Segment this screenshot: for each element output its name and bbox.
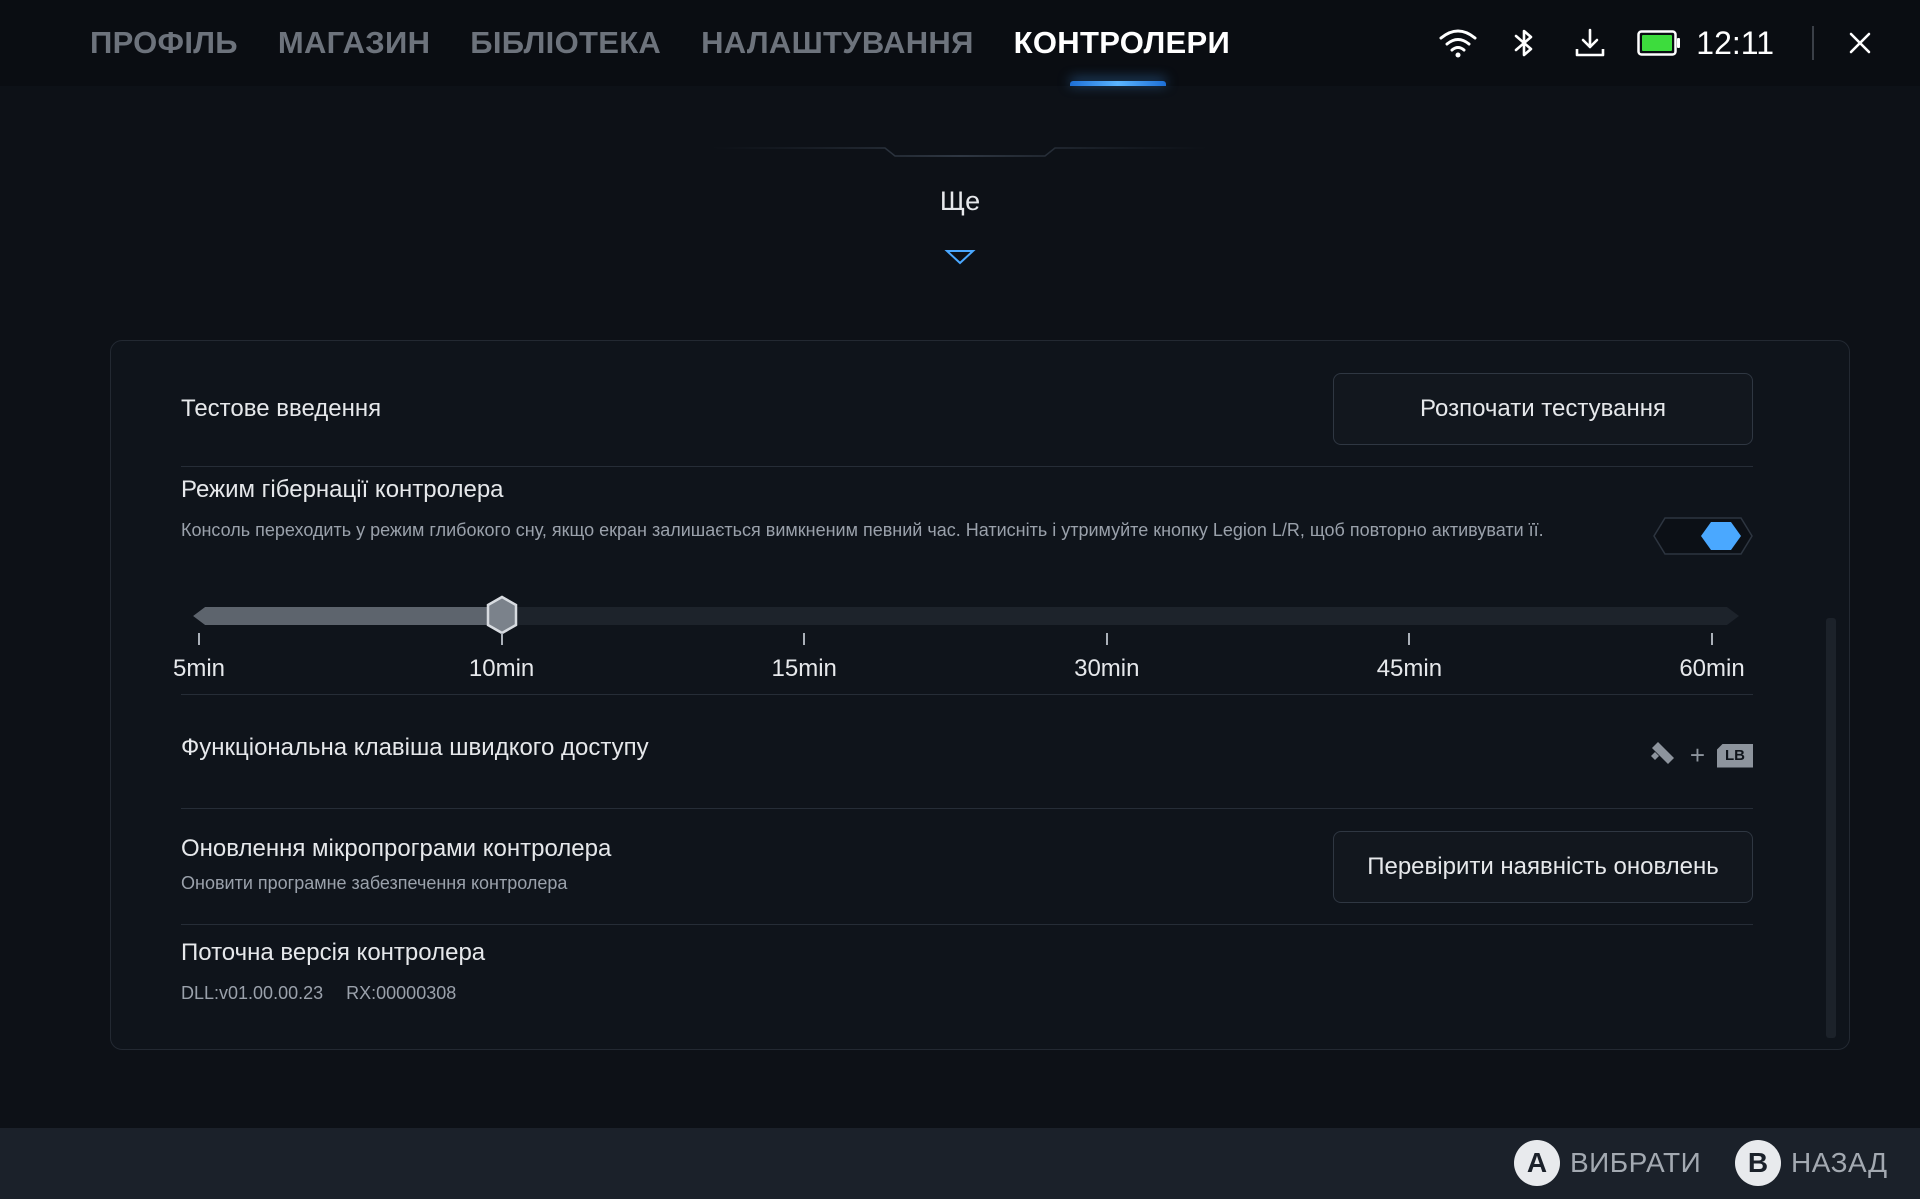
divider [181,808,1753,809]
select-hint[interactable]: A ВИБРАТИ [1514,1140,1701,1186]
b-button-icon: B [1735,1140,1781,1186]
tab-label: ПРОФІЛЬ [90,25,238,60]
back-label: НАЗАД [1791,1147,1888,1178]
hibernation-timer-slider[interactable]: 5min 10min 15min 30min 45min 60min [173,595,1745,697]
hibernation-description: Консоль переходить у режим глибокого сну… [181,520,1544,540]
clock: 12:11 [1696,24,1774,61]
tab-library[interactable]: БІБЛІОТЕКА [470,0,661,86]
slider-tick [1408,633,1411,645]
slider-tick-label: 60min [1679,655,1745,682]
top-bar: ПРОФІЛЬ МАГАЗИН БІБЛІОТЕКА НАЛАШТУВАННЯ … [0,0,1920,86]
back-hint[interactable]: B НАЗАД [1735,1140,1888,1186]
a-button-icon: A [1514,1140,1560,1186]
hibernation-row: Режим гібернації контролера Консоль пере… [181,476,1753,596]
firmware-row: Оновлення мікропрограми контролера Онови… [181,831,1753,903]
slider-tick [198,633,200,645]
rx-version: RX:00000308 [346,983,457,1003]
tab-label: КОНТРОЛЕРИ [1013,25,1231,60]
more-section[interactable]: Ще [710,140,1210,270]
status-divider [1812,26,1814,60]
start-test-button[interactable]: Розпочати тестування [1333,373,1753,445]
select-label: ВИБРАТИ [1570,1147,1702,1178]
slider-tick-label: 30min [1074,655,1140,682]
slider-thumb[interactable] [485,595,519,635]
shortcut-label: Функціональна клавіша швидкого доступу [181,734,649,761]
wifi-icon[interactable] [1438,23,1478,63]
divider [181,924,1753,925]
test-input-row: Тестове введення Розпочати тестування [181,373,1753,445]
more-label: Ще [939,186,981,216]
slider-tick [1105,633,1108,645]
tab-settings[interactable]: НАЛАШТУВАННЯ [701,0,974,86]
test-input-label: Тестове введення [181,395,382,422]
battery-level [1642,35,1673,51]
lb-button-icon: LB [1717,743,1753,768]
tab-controllers[interactable]: КОНТРОЛЕРИ [1014,0,1230,86]
divider [181,694,1753,695]
tab-store[interactable]: МАГАЗИН [278,0,430,86]
hibernation-toggle[interactable] [1653,516,1753,556]
slider-track[interactable] [193,607,1739,625]
check-updates-button[interactable]: Перевірити наявність оновлень [1333,831,1753,903]
bluetooth-icon[interactable] [1504,23,1544,63]
firmware-sublabel: Оновити програмне забезпечення контролер… [181,873,568,893]
hibernation-label: Режим гібернації контролера [181,476,504,503]
slider-fill [193,607,502,625]
download-icon[interactable] [1570,23,1610,63]
tab-label: МАГАЗИН [277,25,431,60]
battery-icon[interactable] [1636,23,1682,63]
divider [181,466,1753,467]
version-label: Поточна версія контролера [181,939,486,966]
slider-tick [803,633,806,645]
legion-key-icon [1648,738,1678,773]
firmware-label: Оновлення мікропрограми контролера [181,835,612,862]
bottom-bar: A ВИБРАТИ B НАЗАД [0,1128,1920,1199]
slider-tick-label: 45min [1376,655,1443,682]
status-area: 12:11 [1412,0,1920,86]
tab-label: БІБЛІОТЕКА [470,25,662,60]
slider-tick-label: 15min [771,655,837,682]
slider-tick [500,633,503,645]
tab-label: НАЛАШТУВАННЯ [701,25,974,60]
slider-tick-label: 10min [468,655,535,682]
shortcut-keys[interactable]: + LB [1648,738,1753,773]
scrollbar[interactable] [1826,618,1836,1038]
active-tab-indicator [1069,81,1166,86]
settings-card: Тестове введення Розпочати тестування Ре… [110,340,1850,1050]
shortcut-row: Функціональна клавіша швидкого доступу +… [181,734,1753,774]
version-row: Поточна версія контролера DLL:v01.00.00.… [181,939,1753,1019]
nav-tabs: ПРОФІЛЬ МАГАЗИН БІБЛІОТЕКА НАЛАШТУВАННЯ … [90,0,1270,86]
tab-profile[interactable]: ПРОФІЛЬ [90,0,238,86]
slider-tick [1711,633,1713,645]
slider-tick-label: 5min [172,655,226,682]
close-icon[interactable] [1840,23,1880,63]
version-values: DLL:v01.00.00.23 RX:00000308 [181,983,474,1004]
dll-version: DLL:v01.00.00.23 [181,983,324,1003]
plus-sign: + [1689,740,1705,770]
